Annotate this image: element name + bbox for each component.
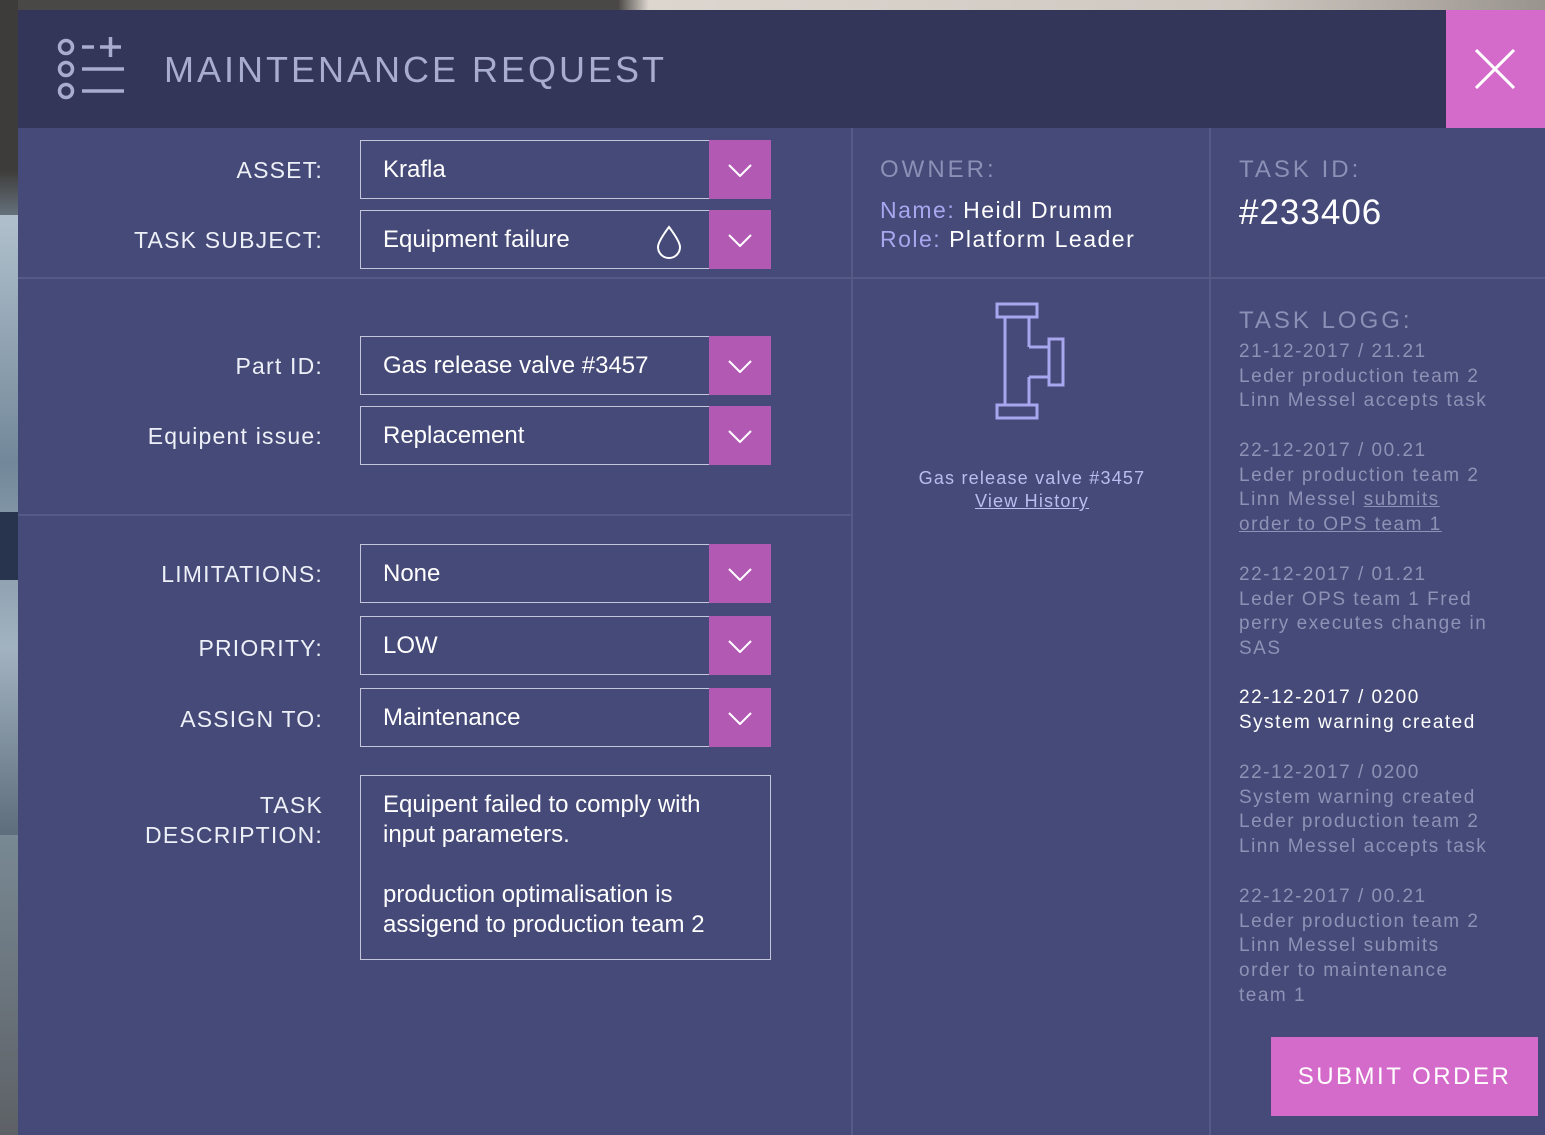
pipe-tee-icon [993, 302, 1073, 429]
priority-value: LOW [383, 632, 438, 659]
task-description-field[interactable]: Equipent failed to comply with input par… [360, 775, 771, 960]
log-entry-line: perry executes change in [1239, 613, 1488, 635]
background-scene-left [0, 0, 18, 1135]
equipment-issue-select[interactable]: Replacement [360, 406, 771, 465]
task-description-label-line1: TASK [259, 792, 323, 818]
log-entry: 22-12-2017 / 0200 System warning created… [1239, 761, 1539, 860]
log-entry: 22-12-2017 / 00.21 Leder production team… [1239, 439, 1539, 538]
log-entry-text: Linn Messel [1239, 489, 1357, 511]
task-subject-dropdown-button[interactable] [709, 210, 771, 269]
task-description-paragraph: Equipent failed to comply with input par… [383, 791, 701, 848]
log-entry-time: 22-12-2017 / 0200 [1239, 762, 1420, 783]
column-divider-right [1209, 128, 1211, 1135]
log-entry-time: 22-12-2017 / 01.21 [1239, 564, 1427, 585]
log-entry-line: Leder production team 2 [1239, 811, 1480, 833]
equipment-issue-dropdown-button[interactable] [709, 406, 771, 465]
column-divider-left [851, 128, 853, 1135]
owner-role-label: Role: [880, 226, 942, 252]
part-name: Gas release valve #3457 [918, 468, 1146, 488]
task-id-heading: TASK ID: [1239, 156, 1362, 183]
task-description-label-line2: DESCRIPTION: [145, 822, 323, 848]
log-entry-line: Linn Messel accepts task [1239, 836, 1488, 858]
log-entry: 22-12-2017 / 01.21 Leder OPS team 1 Fred… [1239, 563, 1539, 662]
log-entry: 22-12-2017 / 00.21 Leder production team… [1239, 885, 1539, 1009]
owner-heading: OWNER: [880, 156, 997, 183]
equipment-issue-label: Equipent issue: [147, 423, 323, 449]
log-entry-line: Leder production team 2 [1239, 910, 1480, 932]
priority-label: PRIORITY: [198, 635, 323, 661]
log-entry: 21-12-2017 / 21.21 Leder production team… [1239, 340, 1539, 414]
log-entry-time: 22-12-2017 / 00.21 [1239, 440, 1427, 461]
task-subject-select[interactable]: Equipment failure [360, 210, 771, 269]
asset-select[interactable]: Krafla [360, 140, 771, 199]
log-entry-link[interactable]: order to OPS team 1 [1239, 513, 1539, 538]
water-drop-icon [656, 225, 682, 264]
task-id-value: #233406 [1239, 193, 1383, 232]
asset-value: Krafla [383, 156, 446, 183]
log-entry-line: Leder production team 2 [1239, 365, 1480, 387]
section-divider-form [18, 514, 853, 516]
owner-name-value: Heidl Drumm [963, 197, 1114, 223]
owner-role: Role: Platform Leader [880, 225, 1135, 254]
task-description-paragraph: production optimalisation is assigend to… [383, 881, 705, 938]
log-entry-line: Linn Messel submits [1239, 935, 1440, 957]
log-entry-line: Linn Messel accepts task [1239, 390, 1488, 412]
dialog-title: MAINTENANCE REQUEST [164, 49, 668, 90]
task-log-heading: TASK LOGG: [1239, 307, 1413, 334]
dialog-header: MAINTENANCE REQUEST [18, 10, 1545, 128]
assign-to-value: Maintenance [383, 704, 521, 731]
asset-label: ASSET: [236, 157, 323, 183]
asset-dropdown-button[interactable] [709, 140, 771, 199]
priority-select[interactable]: LOW [360, 616, 771, 675]
log-entry-time: 22-12-2017 / 0200 [1239, 687, 1420, 708]
part-id-dropdown-button[interactable] [709, 336, 771, 395]
task-subject-label: TASK SUBJECT: [134, 227, 323, 253]
owner-name: Name: Heidl Drumm [880, 196, 1114, 225]
assign-to-select[interactable]: Maintenance [360, 688, 771, 747]
background-scene-top [0, 0, 1545, 10]
log-entry-line: Leder production team 2 [1239, 464, 1480, 486]
owner-name-label: Name: [880, 197, 956, 223]
limitations-label: LIMITATIONS: [161, 561, 323, 587]
equipment-issue-value: Replacement [383, 422, 525, 449]
assign-to-label: ASSIGN TO: [180, 706, 323, 732]
log-entry-line: Leder OPS team 1 Fred [1239, 588, 1473, 610]
part-id-label: Part ID: [235, 353, 323, 379]
log-entry-line: System warning created [1239, 786, 1476, 808]
log-entry-time: 21-12-2017 / 21.21 [1239, 341, 1427, 362]
limitations-dropdown-button[interactable] [709, 544, 771, 603]
log-entry-line: order to maintenance [1239, 960, 1449, 982]
log-entry-link[interactable]: submits [1364, 489, 1440, 510]
submit-order-button[interactable]: SUBMIT ORDER [1271, 1037, 1538, 1116]
assign-to-dropdown-button[interactable] [709, 688, 771, 747]
log-entry-line: System warning created [1239, 711, 1476, 733]
log-entry-time: 22-12-2017 / 00.21 [1239, 886, 1427, 907]
view-history-link[interactable]: View History [882, 490, 1182, 513]
log-entry-line: Linn Messel submits [1239, 488, 1539, 513]
part-id-select[interactable]: Gas release valve #3457 [360, 336, 771, 395]
background-label-strip [0, 512, 18, 580]
limitations-select[interactable]: None [360, 544, 771, 603]
owner-role-value: Platform Leader [949, 226, 1136, 252]
maintenance-request-dialog: MAINTENANCE REQUEST ASSET: Krafla TASK S… [18, 10, 1545, 1135]
log-entry-active: 22-12-2017 / 0200 System warning created [1239, 686, 1539, 735]
log-entry-line: SAS [1239, 638, 1282, 660]
task-subject-value: Equipment failure [383, 226, 570, 253]
part-id-value: Gas release valve #3457 [383, 352, 649, 379]
log-entry-line: team 1 [1239, 984, 1307, 1006]
task-list-add-icon [56, 37, 128, 101]
close-button[interactable] [1446, 10, 1545, 128]
limitations-value: None [383, 560, 441, 587]
section-divider-top [18, 277, 1545, 279]
priority-dropdown-button[interactable] [709, 616, 771, 675]
